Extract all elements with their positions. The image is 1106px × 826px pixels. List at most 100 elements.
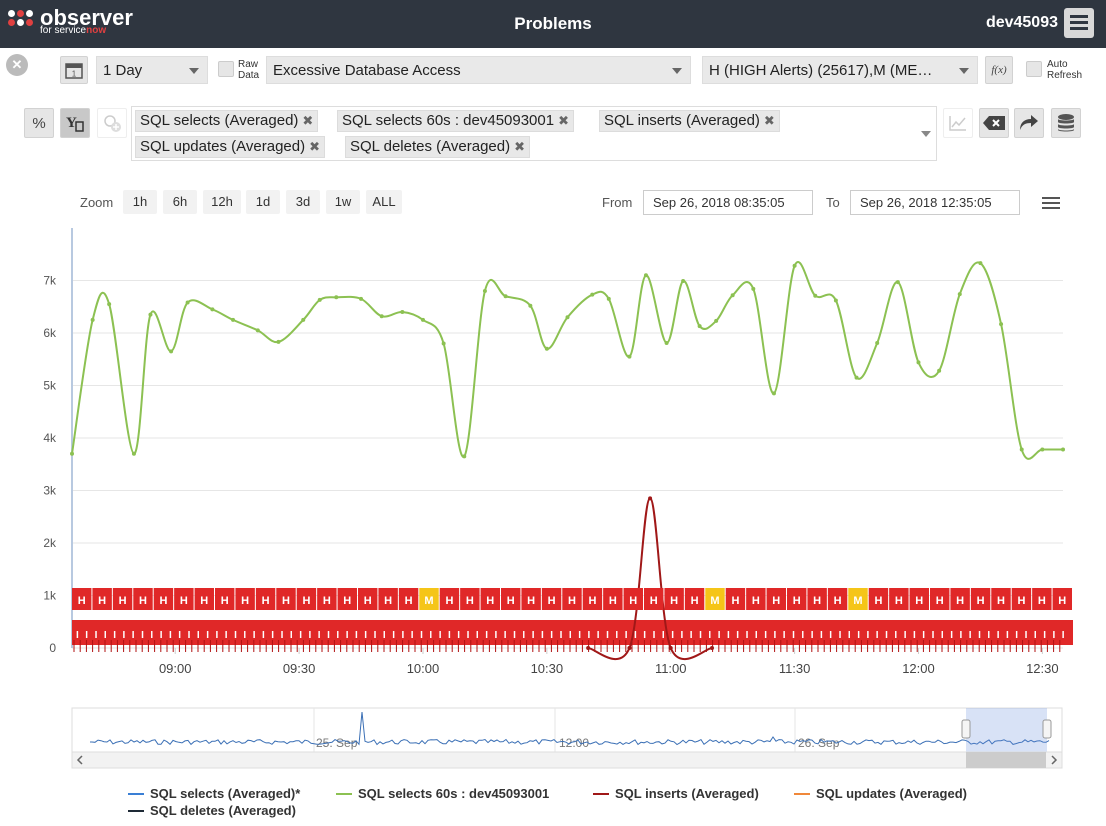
zoom-all-button[interactable]: ALL <box>366 190 402 214</box>
alert-marker-small: I <box>746 630 749 641</box>
period-select[interactable]: 1 Day <box>96 56 208 84</box>
series-point-0 <box>503 294 508 299</box>
alert-marker-small: I <box>867 630 870 641</box>
series-point-0 <box>643 273 648 278</box>
alert-marker-label: H <box>98 595 106 607</box>
series-line-0 <box>71 261 1063 460</box>
alert-marker-small: I <box>457 630 460 641</box>
series-point-0 <box>90 317 95 322</box>
alert-marker-small: I <box>1053 630 1056 641</box>
alert-marker-small: I <box>839 630 842 641</box>
alert-marker-small: I <box>932 630 935 641</box>
alert-marker: H <box>787 588 807 610</box>
series-point-0 <box>854 375 859 380</box>
navigator[interactable]: 25. Sep 12:00 26. Sep <box>0 700 1106 770</box>
metric-tag-box[interactable]: SQL selects (Averaged) ✖ SQL selects 60s … <box>131 106 937 161</box>
alert-marker-label: H <box>977 595 985 607</box>
series-point-0 <box>528 303 533 308</box>
main-chart[interactable]: 0 1k 2k 3k 4k 5k 6k 7k 09:00 09:30 10:00 10:30 11:00… <box>0 220 1106 680</box>
alert-marker-small: I <box>522 630 525 641</box>
zoom-1d-button[interactable]: 1d <box>246 190 280 214</box>
alert-marker-label: H <box>323 595 331 607</box>
remove-icon[interactable]: ✖ <box>764 113 775 128</box>
legend-item-sql-deletes[interactable]: SQL deletes (Averaged) <box>128 803 296 818</box>
remove-icon[interactable]: ✖ <box>514 139 525 154</box>
series-point-0 <box>792 263 797 268</box>
share-icon[interactable] <box>1014 108 1044 138</box>
alert-marker-small: I <box>801 630 804 641</box>
series-point-0 <box>131 451 136 456</box>
series-point-0 <box>255 328 260 333</box>
alert-marker: H <box>317 588 337 610</box>
zoom-3d-button[interactable]: 3d <box>286 190 320 214</box>
alert-marker-label: H <box>895 595 903 607</box>
zoom-label: Zoom <box>80 195 114 210</box>
alert-marker-label: H <box>568 595 576 607</box>
observer-logo[interactable]: observer for servicenow <box>8 7 133 36</box>
function-button[interactable]: f(x) <box>985 56 1013 84</box>
alert-marker-small: I <box>495 630 498 641</box>
series-point-0 <box>730 293 735 298</box>
calendar-icon[interactable]: 1 <box>60 56 88 84</box>
alert-marker: H <box>603 588 623 610</box>
zoom-1h-button[interactable]: 1h <box>123 190 157 214</box>
series-point-0 <box>697 324 702 329</box>
y-axis-icon[interactable]: Y <box>60 108 90 138</box>
zoom-12h-button[interactable]: 12h <box>203 190 241 214</box>
alert-marker-label: H <box>997 595 1005 607</box>
alert-marker-small: I <box>271 630 274 641</box>
alert-marker-label: H <box>650 595 658 607</box>
database-icon[interactable] <box>1051 108 1081 138</box>
alert-marker-label: H <box>262 595 270 607</box>
alert-marker-small: I <box>1006 630 1009 641</box>
close-icon[interactable]: ✕ <box>6 54 28 76</box>
alert-marker-small: I <box>764 630 767 641</box>
series-point-0 <box>664 340 669 345</box>
alert-marker-small: I <box>690 630 693 641</box>
raw-data-checkbox[interactable] <box>218 61 234 77</box>
legend-item-sql-selects-averaged[interactable]: SQL selects (Averaged)* <box>128 786 300 801</box>
legend-item-sql-updates[interactable]: SQL updates (Averaged) <box>794 786 967 801</box>
zoom-1w-button[interactable]: 1w <box>326 190 360 214</box>
x-tick-label: 12:30 <box>1026 661 1059 676</box>
chart-menu-icon[interactable] <box>1042 197 1060 211</box>
series-point-0 <box>441 341 446 346</box>
alert-marker-label: H <box>200 595 208 607</box>
from-date-input[interactable]: Sep 26, 2018 08:35:05 <box>643 190 813 215</box>
chevron-down-icon[interactable] <box>921 131 931 137</box>
auto-refresh-checkbox[interactable] <box>1026 61 1042 77</box>
alert-marker-label: H <box>180 595 188 607</box>
alert-marker: H <box>92 588 112 610</box>
alert-marker-small: I <box>643 630 646 641</box>
remove-icon[interactable]: ✖ <box>558 113 569 128</box>
alert-marker-label: H <box>507 595 515 607</box>
alert-marker-small: I <box>913 630 916 641</box>
alert-marker-small: I <box>969 630 972 641</box>
alert-marker-label: H <box>588 595 596 607</box>
legend-item-sql-inserts[interactable]: SQL inserts (Averaged) <box>593 786 759 801</box>
remove-icon[interactable]: ✖ <box>309 139 320 154</box>
clear-icon[interactable] <box>979 108 1009 138</box>
host-name: dev45093 <box>985 14 1058 31</box>
add-metric-icon[interactable] <box>97 108 127 138</box>
alert-marker-label: H <box>813 595 821 607</box>
remove-icon[interactable]: ✖ <box>302 113 313 128</box>
alert-marker-small: I <box>420 630 423 641</box>
legend-item-sql-selects-60s[interactable]: SQL selects 60s : dev45093001 <box>336 786 549 801</box>
alert-marker-small: I <box>234 630 237 641</box>
alert-marker: H <box>153 588 174 610</box>
alert-marker: H <box>133 588 153 610</box>
main-menu-button[interactable] <box>1064 8 1094 38</box>
line-chart-icon[interactable] <box>943 108 973 138</box>
percent-button[interactable]: % <box>24 108 54 138</box>
alert-marker-label: H <box>282 595 290 607</box>
alert-marker: H <box>72 588 92 610</box>
alert-marker-small: I <box>820 630 823 641</box>
problem-select[interactable]: Excessive Database Access <box>266 56 691 84</box>
alert-marker-label: H <box>1058 595 1066 607</box>
to-date-input[interactable]: Sep 26, 2018 12:35:05 <box>850 190 1020 215</box>
severity-select[interactable]: H (HIGH Alerts) (25617),M (ME… <box>702 56 978 84</box>
zoom-6h-button[interactable]: 6h <box>163 190 197 214</box>
alert-marker-small: I <box>1025 630 1028 641</box>
series-point-0 <box>359 296 364 301</box>
